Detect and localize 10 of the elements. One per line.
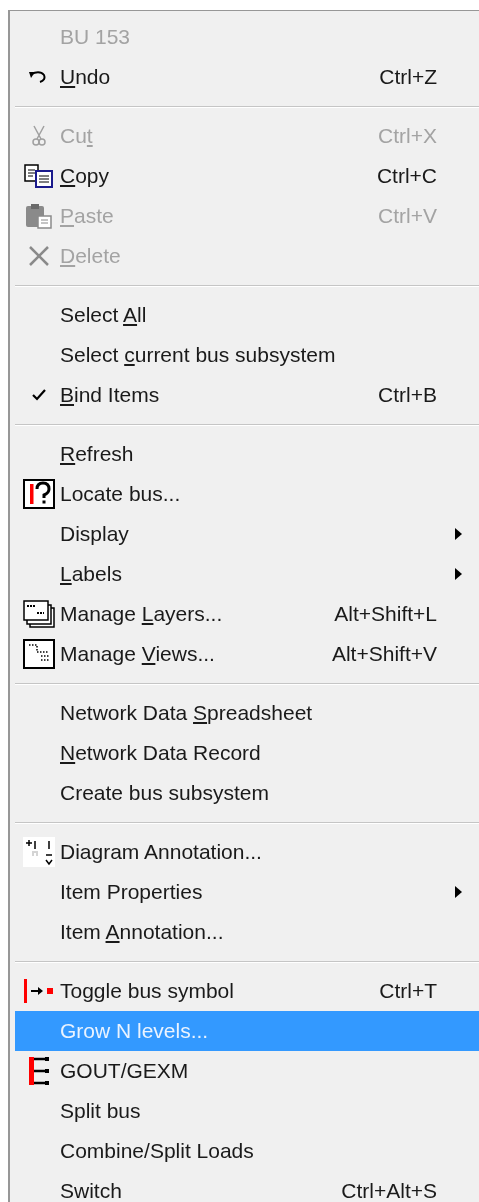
bus-arrow-icon [22, 978, 55, 1004]
copy-icon [23, 164, 54, 188]
scissors-icon [30, 125, 47, 147]
question-mark-icon [22, 479, 55, 509]
annotation-icon [22, 837, 55, 867]
cross-icon [27, 245, 50, 267]
dotted-window-icon [22, 639, 55, 669]
clipboard-icon [23, 203, 54, 229]
stacked-windows-icon [22, 600, 55, 628]
bus-branches-icon [26, 1056, 51, 1086]
